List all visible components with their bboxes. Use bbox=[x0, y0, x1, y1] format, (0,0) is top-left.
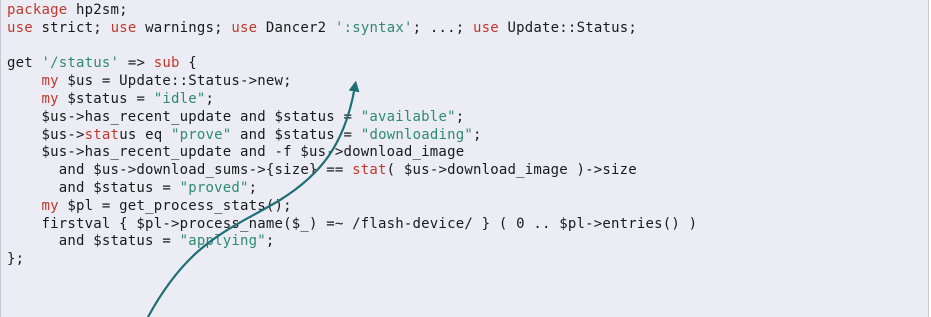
code-keyword: use bbox=[231, 19, 258, 36]
code-text: and $status = bbox=[231, 126, 361, 143]
code-text: $us-> bbox=[7, 126, 85, 143]
code-text: ; bbox=[473, 126, 482, 143]
code-text: Dancer2 bbox=[257, 19, 335, 36]
code-text: $us = Update::Status->new; bbox=[58, 73, 292, 90]
code-listing: package hp2sm; use strict; use warnings; … bbox=[7, 2, 697, 269]
code-string: ':syntax' bbox=[334, 19, 413, 36]
code-keyword: my bbox=[41, 73, 59, 90]
code-text: $us->has_recent_update and $status = bbox=[7, 108, 361, 125]
code-string: "proved" bbox=[179, 179, 249, 196]
code-line: and $us->download_sums->{size} == stat( … bbox=[7, 162, 697, 180]
code-text: ; bbox=[455, 108, 465, 125]
code-keyword: use bbox=[473, 19, 499, 36]
code-listing-box: package hp2sm; use strict; use warnings; … bbox=[0, 0, 929, 317]
code-keyword: package bbox=[7, 2, 68, 18]
code-text: { bbox=[179, 55, 197, 72]
figure: package hp2sm; use strict; use warnings; … bbox=[0, 0, 931, 317]
code-keyword: use bbox=[110, 19, 137, 36]
code-text: hp2sm; bbox=[67, 2, 128, 18]
code-line: package hp2sm; bbox=[7, 2, 697, 20]
code-text: firstval { $pl->process_name($_) =~ /fla… bbox=[7, 215, 698, 232]
code-text: us eq bbox=[119, 126, 171, 143]
code-text: ( $us->download_image )->size bbox=[386, 162, 637, 179]
code-keyword: use bbox=[7, 19, 33, 36]
code-string: "available" bbox=[360, 108, 456, 125]
code-text: and $us->download_sums->{size} == bbox=[7, 162, 353, 179]
code-text: and $status = bbox=[7, 179, 180, 196]
code-string: "downloading" bbox=[360, 126, 473, 143]
code-text: $pl = get_process_stats(); bbox=[58, 197, 292, 214]
code-line: firstval { $pl->process_name($_) =~ /fla… bbox=[7, 215, 698, 234]
code-text: strict; bbox=[32, 19, 111, 36]
code-string: "applying" bbox=[179, 233, 266, 250]
code-line: my $status = "idle"; bbox=[7, 91, 697, 109]
code-keyword: sub bbox=[153, 55, 180, 72]
code-text: ; bbox=[205, 90, 215, 107]
code-keyword: my bbox=[41, 197, 59, 214]
code-text: ; bbox=[265, 233, 275, 250]
code-line: $us->has_recent_update and $status = "av… bbox=[7, 109, 697, 127]
code-line: get '/status' => sub { bbox=[7, 55, 697, 73]
code-line: $us->status eq "prove" and $status = "do… bbox=[7, 127, 697, 145]
code-text: warnings; bbox=[136, 19, 232, 36]
code-line: use strict; use warnings; use Dancer2 ':… bbox=[7, 20, 697, 38]
code-text: }; bbox=[7, 251, 25, 268]
code-keyword: stat bbox=[84, 126, 120, 143]
code-text: ; ...; bbox=[412, 19, 474, 36]
code-text: Update::Status; bbox=[498, 19, 637, 36]
code-line: and $status = "proved"; bbox=[7, 180, 697, 198]
code-line: my $pl = get_process_stats(); bbox=[7, 198, 697, 216]
code-text: $us->has_recent_update and -f $us->downl… bbox=[7, 144, 465, 161]
code-line: $us->has_recent_update and -f $us->downl… bbox=[7, 144, 697, 162]
code-string: "prove" bbox=[170, 126, 232, 143]
code-text: and $status = bbox=[7, 233, 180, 250]
code-text: get bbox=[7, 55, 42, 72]
code-keyword: stat bbox=[352, 162, 387, 179]
code-line: and $status = "applying"; bbox=[7, 233, 697, 251]
code-string: "idle" bbox=[153, 90, 206, 107]
code-text: ; bbox=[248, 179, 258, 196]
code-keyword: my bbox=[41, 90, 59, 107]
code-text: $status = bbox=[58, 90, 154, 107]
code-line: my $us = Update::Status->new; bbox=[7, 73, 697, 91]
code-text: => bbox=[119, 55, 154, 72]
code-line: }; bbox=[7, 251, 697, 269]
code-string: '/status' bbox=[41, 55, 120, 72]
